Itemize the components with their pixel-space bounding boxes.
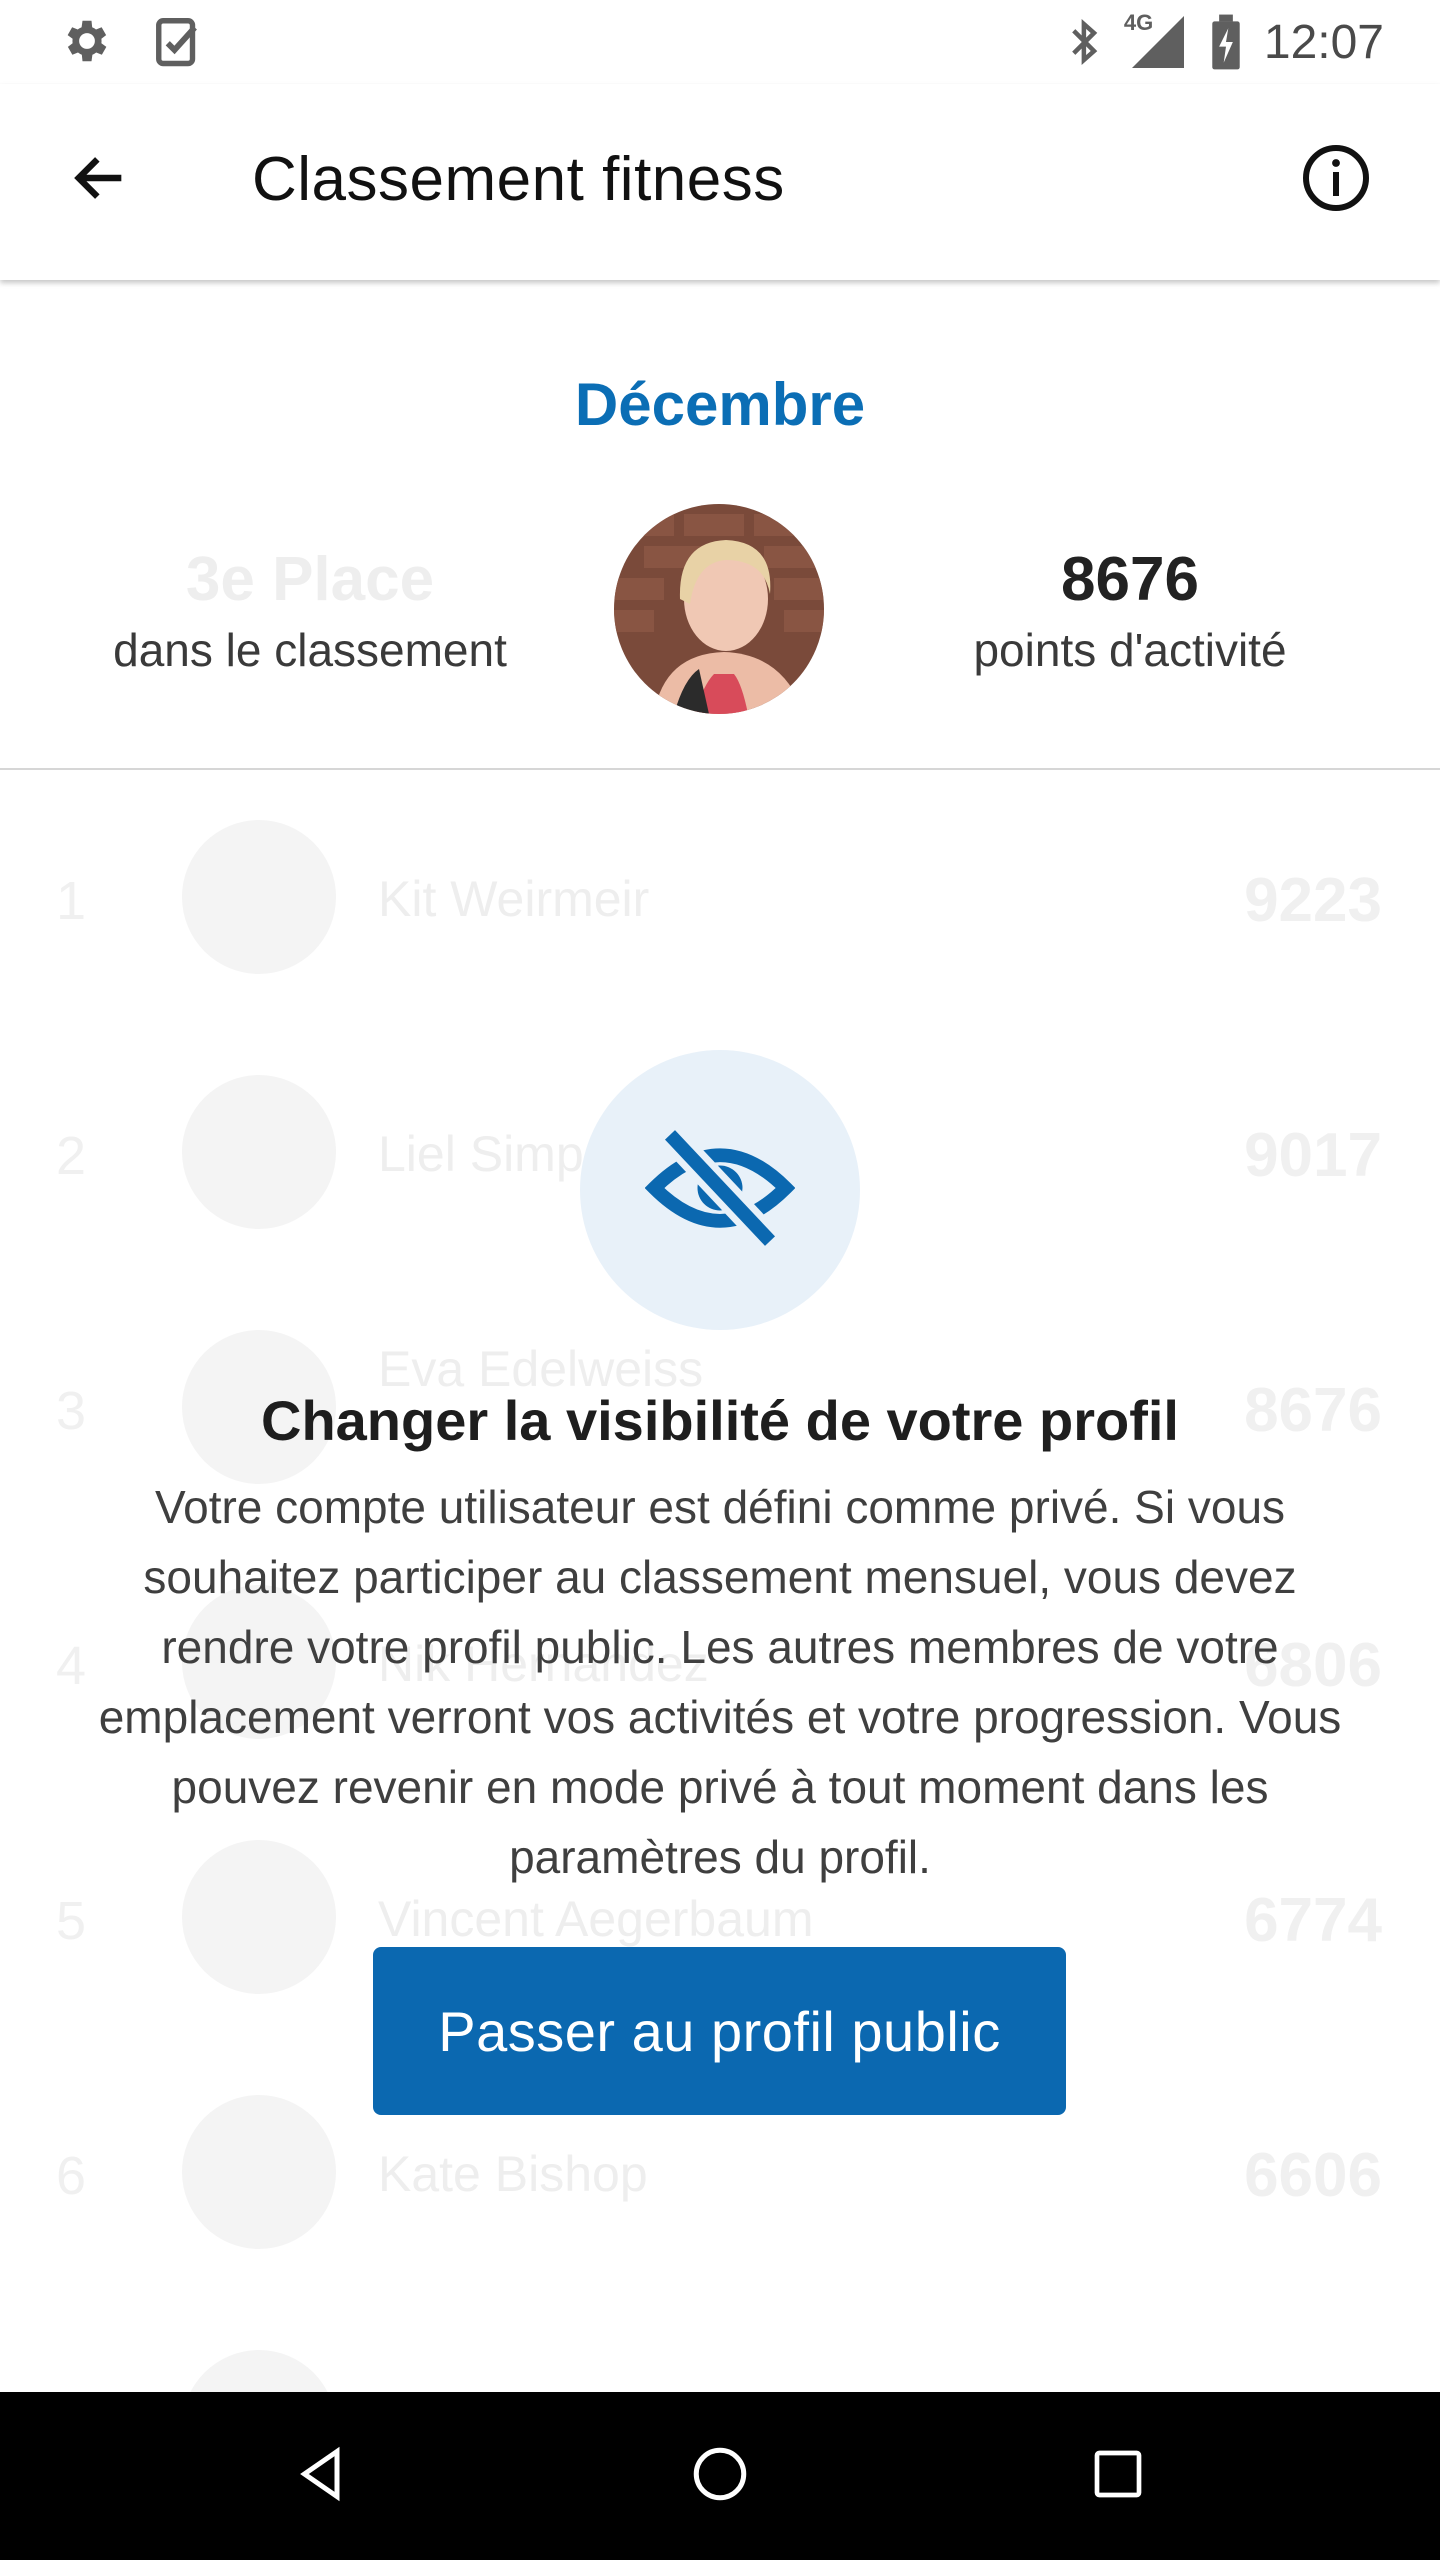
task-check-icon (154, 14, 204, 68)
back-button[interactable] (56, 136, 144, 224)
list-item-points: 6606 (1244, 2141, 1382, 2210)
rank-label: dans le classement (113, 624, 507, 676)
list-item-points: 9223 (1244, 866, 1382, 935)
avatar (182, 1075, 336, 1229)
avatar (182, 2095, 336, 2249)
avatar (614, 504, 824, 714)
status-bar: 4G 12:07 (0, 0, 1440, 84)
nav-recents-button[interactable] (1076, 2434, 1160, 2518)
make-profile-public-button[interactable]: Passer au profil public (373, 1947, 1066, 2115)
signal-icon: 4G (1123, 10, 1188, 72)
avatar (182, 820, 336, 974)
list-item-name: Liel Simp (378, 1126, 584, 1182)
network-type: 4G (1123, 10, 1154, 35)
rank-summary: 3e Place dans le classement (40, 540, 580, 680)
nav-back-button[interactable] (280, 2434, 364, 2518)
arrow-back-icon (68, 146, 132, 215)
list-item-rank: 6 (56, 2146, 87, 2206)
list-item-points: 9017 (1244, 1121, 1382, 1190)
system-nav-bar (0, 2392, 1440, 2560)
points-summary: 8676 points d'activité (880, 540, 1380, 680)
list-item-name: Kate Bishop (378, 2146, 648, 2202)
list-item: 1 Kit Weirmeir 9223 (0, 770, 1440, 1025)
status-time: 12:07 (1263, 15, 1384, 69)
info-button[interactable] (1292, 136, 1380, 224)
rank-value: 3e Place (185, 545, 435, 614)
triangle-back-icon (292, 2444, 352, 2509)
list-item-points: 6774 (1244, 1886, 1382, 1955)
visibility-description: Votre compte utilisateur est défini comm… (98, 1481, 1342, 1883)
bluetooth-icon (1068, 15, 1102, 69)
nav-home-button[interactable] (678, 2434, 762, 2518)
list-item-name: Kit Weirmeir (378, 871, 650, 927)
list-item (0, 2300, 1440, 2392)
points-value: 8676 (1061, 545, 1199, 614)
list-item-name: Vincent Aegerbaum (378, 1891, 814, 1947)
eye-off-icon (644, 1113, 796, 1268)
list-item-rank: 1 (56, 871, 87, 931)
points-label: points d'activité (973, 624, 1287, 676)
list-item-rank: 2 (56, 1126, 87, 1186)
settings-icon (60, 14, 114, 68)
circle-home-icon (690, 2444, 750, 2509)
page-title: Classement fitness (252, 145, 785, 214)
battery-charging-icon (1210, 14, 1242, 70)
avatar (182, 2350, 336, 2392)
visibility-title: Changer la visibilité de votre profil (261, 1389, 1179, 1452)
square-recents-icon (1090, 2446, 1146, 2507)
app-bar: Classement fitness (0, 84, 1440, 280)
list-item-rank: 5 (56, 1891, 87, 1951)
info-icon (1300, 142, 1372, 219)
eye-off-icon-circle (580, 1050, 860, 1330)
month-label: Décembre (574, 371, 866, 438)
